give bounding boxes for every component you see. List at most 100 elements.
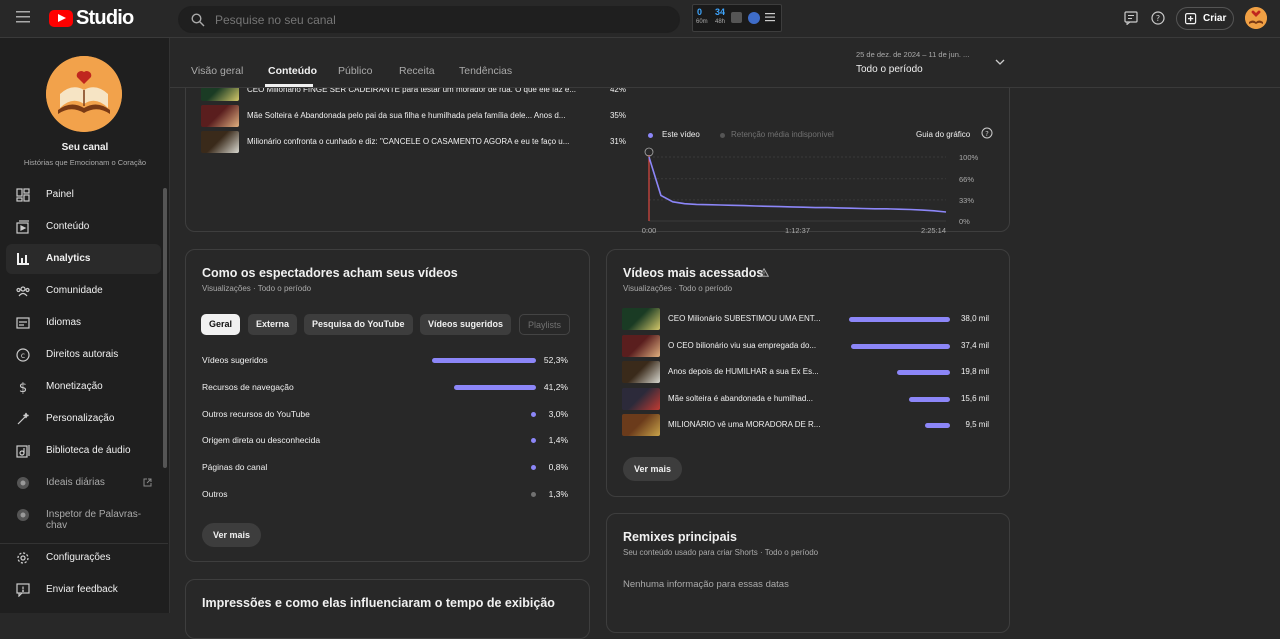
- see-more-button[interactable]: Ver mais: [202, 523, 262, 547]
- top-video-title[interactable]: CEO Milionário SUBESTIMOU UMA ENT...: [668, 314, 828, 323]
- menu-icon[interactable]: [16, 10, 32, 24]
- chart-guide-label[interactable]: Guia do gráfico: [916, 130, 970, 139]
- sidebar-scrollbar[interactable]: [163, 188, 167, 468]
- extension-icon: [16, 508, 30, 522]
- video-thumbnail[interactable]: [622, 308, 660, 330]
- sidebar-item-label: Biblioteca de áudio: [46, 445, 131, 456]
- sidebar-item-inspetor-palavras[interactable]: Inspetor de Palavras-chav: [6, 500, 161, 531]
- tab-visao-geral[interactable]: Visão geral: [191, 65, 243, 77]
- sidebar-item-biblioteca-audio[interactable]: Biblioteca de áudio: [6, 436, 161, 466]
- help-icon[interactable]: ?: [1151, 11, 1165, 25]
- sidebar-item-label: Monetização: [46, 381, 103, 392]
- content-icon: [16, 220, 30, 234]
- top-video-title[interactable]: Anos depois de HUMILHAR a sua Ex Es...: [668, 367, 828, 376]
- ext-value-1: 0: [697, 7, 703, 17]
- create-button[interactable]: Criar: [1176, 7, 1234, 30]
- date-period[interactable]: Todo o período: [856, 64, 923, 75]
- video-thumbnail[interactable]: [622, 387, 660, 410]
- sidebar-item-label: Configurações: [46, 552, 111, 563]
- traffic-source-label: Outros: [202, 489, 228, 499]
- sidebar-item-personalizacao[interactable]: Personalização: [6, 404, 161, 434]
- sidebar-item-label: Painel: [46, 189, 74, 200]
- feedback-icon[interactable]: [1124, 11, 1138, 25]
- help-icon[interactable]: ?: [981, 127, 993, 139]
- sidebar-item-feedback[interactable]: Enviar feedback: [6, 575, 161, 605]
- top-video-title[interactable]: Mãe solteira é abandonada e humilhad...: [668, 394, 828, 403]
- channel-avatar[interactable]: [46, 56, 122, 132]
- traffic-source-value: 52,3%: [543, 355, 568, 365]
- channel-description: Histórias que Emocionam o Coração: [23, 158, 147, 167]
- traffic-source-value: 1,3%: [548, 489, 568, 499]
- sidebar-item-comunidade[interactable]: Comunidade: [6, 276, 161, 306]
- traffic-source-value: 41,2%: [543, 381, 568, 392]
- chip-pesquisa[interactable]: Pesquisa do YouTube: [304, 314, 413, 335]
- retention-pct: 35%: [609, 111, 626, 120]
- chip-geral[interactable]: Geral: [201, 314, 241, 335]
- sidebar-item-label: Analytics: [46, 253, 91, 264]
- sidebar-item-painel[interactable]: Painel: [6, 180, 161, 210]
- top-video-views: 9,5 mil: [965, 420, 989, 429]
- account-avatar[interactable]: [1245, 7, 1267, 29]
- top-video-bar: [849, 317, 950, 322]
- ext-logo-icon[interactable]: [748, 12, 760, 24]
- video-thumbnail[interactable]: [201, 105, 239, 127]
- retention-pct: 31%: [609, 137, 626, 146]
- sidebar-item-label: Ideais diárias: [46, 477, 105, 488]
- sidebar-item-monetizacao[interactable]: $ Monetização: [6, 372, 161, 402]
- sidebar-item-ideais-diarias[interactable]: Ideais diárias: [6, 468, 161, 498]
- tab-tendencias[interactable]: Tendências: [459, 65, 512, 77]
- tab-receita[interactable]: Receita: [399, 65, 435, 77]
- chip-externa[interactable]: Externa: [248, 314, 298, 335]
- sidebar-item-direitos-autorais[interactable]: c Direitos autorais: [6, 340, 161, 370]
- date-range[interactable]: 25 de dez. de 2024 – 11 de jun. ...: [856, 50, 969, 59]
- ext-menu-icon[interactable]: [765, 12, 775, 22]
- studio-logo-text[interactable]: Studio: [76, 7, 134, 30]
- top-video-views: 38,0 mil: [960, 314, 989, 323]
- chip-videos-sugeridos[interactable]: Vídeos sugeridos: [420, 314, 512, 335]
- legend-dot: [648, 133, 653, 138]
- extension-widget[interactable]: 0 60m 34 48h: [692, 4, 782, 32]
- sidebar-item-conteudo[interactable]: Conteúdo: [6, 212, 161, 242]
- remixes-card: Remixes principais Seu conteúdo usado pa…: [606, 513, 1010, 633]
- traffic-source-value: 0,8%: [548, 462, 568, 473]
- y-tick-label: 66%: [959, 175, 974, 184]
- video-thumbnail[interactable]: [622, 414, 660, 436]
- youtube-logo-icon[interactable]: [49, 10, 73, 27]
- see-more-button[interactable]: Ver mais: [623, 457, 683, 481]
- channel-name: Seu canal: [61, 142, 109, 153]
- retention-chart[interactable]: 100% 66% 33% 0% 0:00 1:12:37 2:25:14: [641, 147, 1001, 233]
- x-tick-label: 2:25:14: [921, 226, 946, 233]
- search-bar[interactable]: [178, 6, 680, 33]
- tab-conteudo[interactable]: Conteúdo: [268, 65, 317, 77]
- traffic-source-label: Vídeos sugeridos: [202, 355, 268, 365]
- video-thumbnail[interactable]: [201, 131, 239, 153]
- video-thumbnail[interactable]: [622, 334, 660, 357]
- main-content: Este vídeo Retenção média indisponível G…: [170, 38, 1280, 639]
- legend-this-video: Este vídeo: [662, 130, 700, 139]
- card-title: Impressões e como elas influenciaram o t…: [202, 596, 555, 610]
- subtitles-icon: [16, 316, 30, 330]
- top-bar: Studio 0 60m 34 48h ? Criar: [0, 0, 1280, 38]
- search-input[interactable]: [215, 11, 655, 29]
- traffic-source-label: Origem direta ou desconhecida: [202, 435, 321, 446]
- tab-publico[interactable]: Público: [338, 65, 372, 77]
- ext-badge-icon[interactable]: [731, 12, 742, 23]
- sidebar-item-analytics[interactable]: Analytics: [6, 244, 161, 274]
- traffic-source-value: 1,4%: [548, 435, 568, 446]
- traffic-sources-card: Como os espectadores acham seus vídeos V…: [185, 249, 590, 562]
- chip-playlists: Playlists: [519, 314, 571, 335]
- y-tick-label: 33%: [959, 196, 974, 205]
- retention-video-title[interactable]: Mãe Solteira é Abandonada pelo pai da su…: [247, 111, 592, 120]
- top-video-views: 15,6 mil: [960, 393, 989, 403]
- sidebar-item-idiomas[interactable]: Idiomas: [6, 308, 161, 338]
- top-video-views: 19,8 mil: [960, 367, 989, 376]
- top-video-title[interactable]: O CEO bilionário viu sua empregada do...: [668, 341, 828, 350]
- dollar-icon: $: [16, 380, 30, 394]
- ext-value-2: 34: [715, 7, 726, 17]
- retention-line: [648, 156, 947, 213]
- top-video-title[interactable]: MILIONÁRIO vê uma MORADORA DE R...: [668, 420, 828, 429]
- retention-video-title[interactable]: Milionário confronta o cunhado e diz: "C…: [247, 137, 592, 146]
- sidebar-item-configuracoes[interactable]: Configurações: [6, 543, 161, 573]
- video-thumbnail[interactable]: [622, 361, 660, 383]
- chevron-down-icon[interactable]: [995, 58, 1005, 66]
